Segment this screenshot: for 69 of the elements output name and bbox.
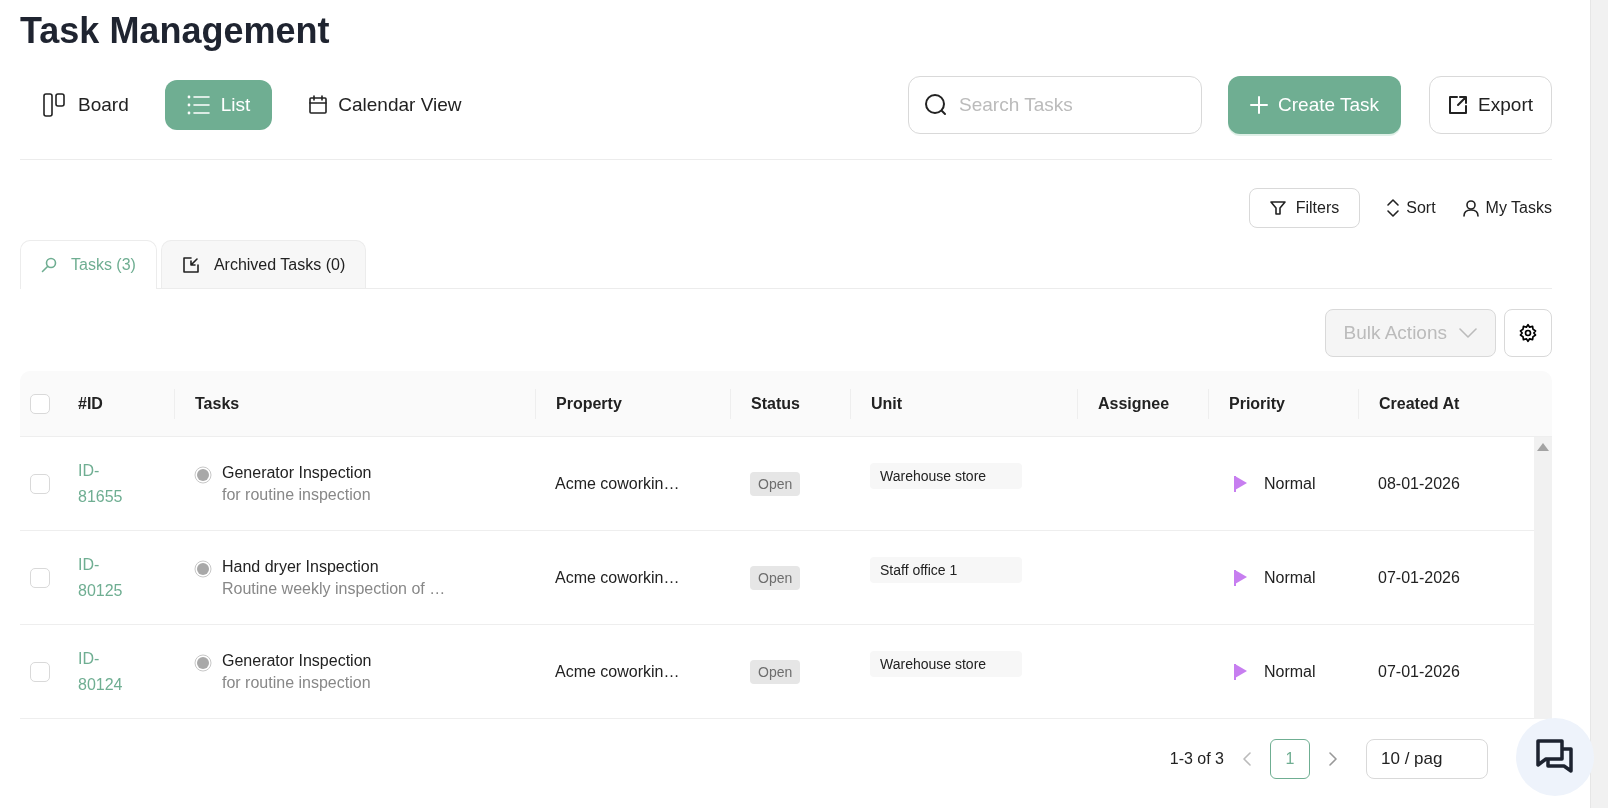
status-circle-icon xyxy=(194,653,212,672)
unit-tag: Warehouse store xyxy=(870,463,1022,489)
chevron-left-icon[interactable] xyxy=(1242,751,1252,767)
status-circle-icon xyxy=(194,559,212,578)
task-title: Generator Inspection xyxy=(222,651,372,670)
board-columns-icon xyxy=(42,91,68,118)
sort-chevrons-icon xyxy=(1386,197,1401,219)
created-date: 08-01-2026 xyxy=(1377,474,1461,493)
row-checkbox[interactable] xyxy=(30,661,50,682)
page-scrollbar[interactable] xyxy=(1590,0,1608,808)
priority-label: Normal xyxy=(1264,662,1316,681)
magnifier-icon xyxy=(41,257,57,273)
column-header: #ID xyxy=(77,393,104,414)
priority-label: Normal xyxy=(1264,568,1316,587)
column-header: Priority xyxy=(1208,388,1358,419)
task-description: for routine inspection xyxy=(222,485,372,504)
flag-icon xyxy=(1234,568,1248,587)
row-checkbox[interactable] xyxy=(30,473,50,494)
archive-box-icon xyxy=(181,255,200,274)
flag-icon xyxy=(1234,474,1248,493)
task-description: for routine inspection xyxy=(222,673,372,692)
chevron-down-icon xyxy=(1459,327,1477,339)
column-header: Property xyxy=(535,388,730,419)
unit-tag: Staff office 1 xyxy=(870,557,1022,583)
sort-button[interactable]: Sort xyxy=(1386,197,1436,219)
scroll-up-icon[interactable] xyxy=(1537,443,1549,451)
plus-icon xyxy=(1250,95,1269,114)
person-icon xyxy=(1461,199,1480,217)
property-cell-text: Acme coworkin… xyxy=(554,662,681,681)
filters-button[interactable]: Filters xyxy=(1248,188,1361,228)
view-toggle[interactable]: Board xyxy=(20,79,151,130)
property-cell-text: Acme coworkin… xyxy=(554,568,681,587)
priority-label: Normal xyxy=(1264,474,1316,493)
status-badge: Open xyxy=(750,659,801,684)
export-button[interactable]: Export xyxy=(1429,75,1552,134)
search-field[interactable]: Search Tasks xyxy=(908,75,1203,134)
flag-icon xyxy=(1234,662,1248,681)
tab[interactable]: Archived Tasks (0) xyxy=(160,240,367,288)
my-tasks-button[interactable]: My Tasks xyxy=(1461,199,1552,217)
status-badge: Open xyxy=(750,471,801,496)
task-title: Generator Inspection xyxy=(222,463,372,482)
settings-button[interactable] xyxy=(1504,309,1552,357)
created-date: 07-01-2026 xyxy=(1377,568,1461,587)
pagination-range: 1-3 of 3 xyxy=(1169,750,1224,768)
column-header: Created At xyxy=(1358,388,1552,419)
column-header: Assignee xyxy=(1077,388,1208,419)
status-badge: Open xyxy=(750,565,801,590)
task-title: Hand dryer Inspection xyxy=(222,557,380,576)
funnel-icon xyxy=(1269,200,1286,216)
column-header: Tasks xyxy=(174,388,535,419)
column-header: Status xyxy=(730,388,850,419)
column-header: Unit xyxy=(850,388,1077,419)
settings-icon xyxy=(1518,323,1538,343)
chat-bubbles-icon xyxy=(1535,738,1575,776)
list-icon xyxy=(186,93,211,116)
page-size-select[interactable]: 10 / pag xyxy=(1366,739,1488,779)
created-date: 07-01-2026 xyxy=(1377,662,1461,681)
select-all-checkbox[interactable] xyxy=(30,393,50,414)
calendar-icon xyxy=(308,94,329,115)
status-circle-icon xyxy=(194,465,212,484)
scrollbar[interactable] xyxy=(1534,437,1552,719)
task-description: Routine weekly inspection of … xyxy=(222,579,446,598)
export-icon xyxy=(1448,94,1469,115)
unit-tag: Warehouse store xyxy=(870,651,1022,677)
page-title: Task Management xyxy=(20,10,331,53)
view-toggle[interactable]: Calendar View xyxy=(286,79,484,130)
chevron-right-icon[interactable] xyxy=(1328,751,1338,767)
row-checkbox[interactable] xyxy=(30,567,50,588)
property-cell-text: Acme coworkin… xyxy=(554,474,681,493)
